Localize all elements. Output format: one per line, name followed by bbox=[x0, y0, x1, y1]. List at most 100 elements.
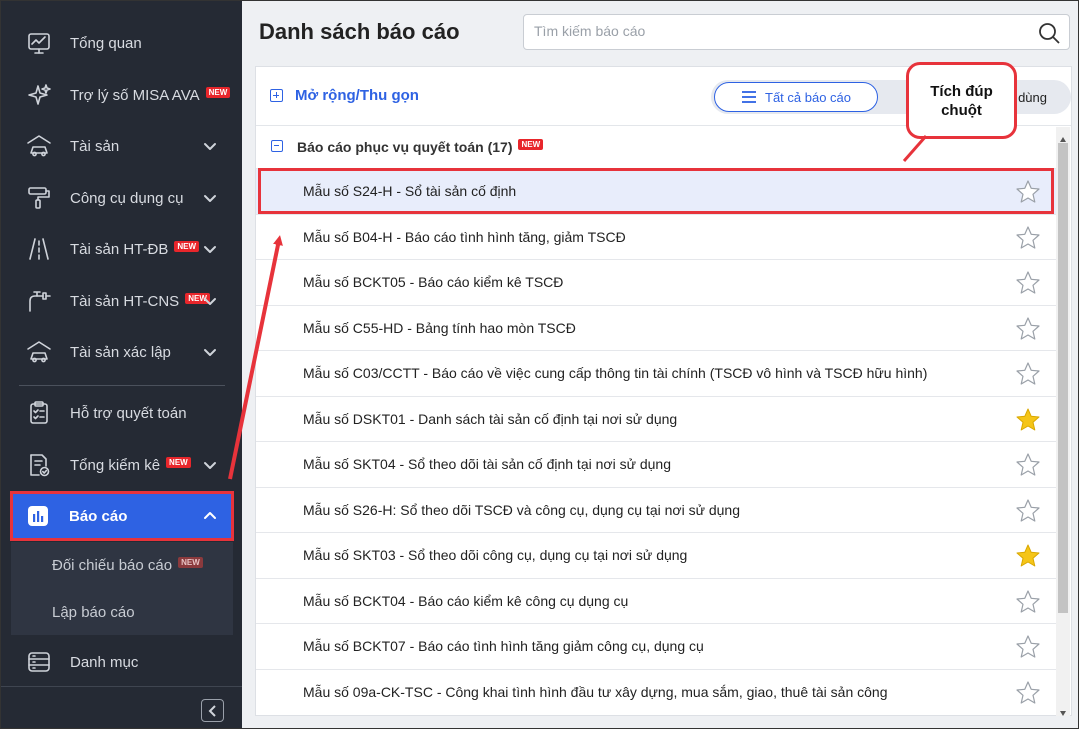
app-window: Tổng quan Trợ lý số MISA AVA NEW Tài sản Côn… bbox=[0, 0, 1079, 729]
report-name: Mẫu số 09a-CK-TSC - Công khai tình hình … bbox=[303, 683, 888, 700]
sidebar-item-bao-cao[interactable]: Báo cáo bbox=[11, 492, 233, 540]
menu-icon bbox=[742, 91, 756, 103]
report-panel: Mở rộng/Thu gọn Tất cả báo cáo g dùng Tí… bbox=[255, 62, 1072, 716]
report-row[interactable]: Mẫu số BCKT07 - Báo cáo tình hình tăng g… bbox=[256, 623, 1056, 669]
report-filter-toggle: Tất cả báo cáo g dùng bbox=[711, 80, 1071, 114]
sidebar-item-9[interactable]: Tổng kiểm kê NEW bbox=[1, 441, 242, 489]
sidebar-item-4[interactable]: Công cụ dụng cụ bbox=[1, 174, 242, 222]
chevron-down-icon[interactable] bbox=[201, 137, 219, 155]
road-icon bbox=[25, 235, 53, 263]
chevron-up-icon bbox=[201, 507, 219, 525]
star-outline-icon[interactable] bbox=[1015, 225, 1041, 251]
scroll-up-arrow-icon[interactable] bbox=[1059, 131, 1067, 142]
report-row[interactable]: Mẫu số DSKT01 - Danh sách tài sản cố địn… bbox=[256, 395, 1056, 442]
new-badge: NEW bbox=[174, 240, 200, 252]
sidebar-item-label: Tài sản HT-CNS bbox=[70, 292, 180, 310]
sidebar-item-label: Tổng quan bbox=[70, 34, 142, 52]
submenu-item-doi-chieu[interactable]: Đối chiếu báo cáo NEW bbox=[11, 542, 233, 588]
main-content: Danh sách báo cáo Mở rộng/Thu gọn Tất cả… bbox=[242, 1, 1078, 728]
report-name: Mẫu số C03/CCTT - Báo cáo về việc cung c… bbox=[303, 365, 928, 381]
scroll-thumb[interactable] bbox=[1058, 143, 1068, 613]
sparkle-icon bbox=[25, 81, 53, 109]
report-row[interactable]: Mẫu số C55-HD - Bảng tính hao mòn TSCĐ bbox=[256, 304, 1056, 351]
chevron-down-icon[interactable] bbox=[201, 343, 219, 361]
sidebar-item-label: Hỗ trợ quyết toán bbox=[70, 404, 187, 422]
new-badge: NEW bbox=[205, 86, 231, 98]
collapse-sidebar-button[interactable] bbox=[201, 699, 224, 722]
sidebar-item-8[interactable]: Hỗ trợ quyết toán bbox=[1, 389, 242, 437]
report-row[interactable]: Mẫu số B04-H - Báo cáo tình hình tăng, g… bbox=[256, 213, 1056, 260]
star-outline-icon[interactable] bbox=[1015, 361, 1041, 387]
chevron-down-icon[interactable] bbox=[201, 189, 219, 207]
sidebar-item-3[interactable]: Tài sản bbox=[1, 122, 242, 170]
star-outline-icon[interactable] bbox=[1015, 270, 1041, 296]
star-outline-icon[interactable] bbox=[1015, 634, 1041, 660]
chevron-down-icon[interactable] bbox=[201, 240, 219, 258]
document-check-icon bbox=[25, 451, 53, 479]
sidebar-item-label: Trợ lý số MISA AVA bbox=[70, 86, 200, 104]
report-name: Mẫu số S24-H - Sổ tài sản cố định bbox=[303, 183, 517, 199]
star-outline-icon[interactable] bbox=[1015, 589, 1041, 615]
report-row[interactable]: Mẫu số S24-H - Sổ tài sản cố định bbox=[256, 168, 1056, 214]
callout-text: Tích đúp chuột bbox=[930, 82, 993, 119]
tab-all-reports[interactable]: Tất cả báo cáo bbox=[714, 82, 878, 112]
report-name: Mẫu số BCKT05 - Báo cáo kiểm kê TSCĐ bbox=[303, 274, 564, 290]
scrollbar[interactable] bbox=[1056, 127, 1070, 716]
car-house-icon bbox=[25, 338, 53, 366]
chevron-left-icon bbox=[208, 704, 216, 717]
bar-chart-icon bbox=[24, 502, 52, 530]
sidebar-item-label: Tài sản bbox=[70, 137, 120, 155]
sidebar-item-label: Danh mục bbox=[70, 653, 139, 671]
submenu-item-lap-bao-cao[interactable]: Lập báo cáo bbox=[11, 589, 233, 635]
sidebar-item-5[interactable]: Tài sản HT-ĐB NEW bbox=[1, 225, 242, 273]
report-row[interactable]: Mẫu số SKT03 - Sổ theo dõi công cụ, dụng… bbox=[256, 532, 1056, 578]
sidebar-submenu: Đối chiếu báo cáo NEW Lập báo cáo bbox=[11, 542, 233, 635]
car-house-icon bbox=[25, 132, 53, 160]
report-toolbar: Mở rộng/Thu gọn Tất cả báo cáo g dùng Tí… bbox=[256, 62, 1071, 139]
expand-collapse-button[interactable]: Mở rộng/Thu gọn bbox=[270, 87, 419, 104]
sidebar-item-7[interactable]: Tài sản xác lập bbox=[1, 328, 242, 376]
sidebar-item-6[interactable]: Tài sản HT-CNS NEW bbox=[1, 277, 242, 325]
report-name: Mẫu số BCKT04 - Báo cáo kiểm kê công cụ … bbox=[303, 592, 629, 609]
report-name: Mẫu số SKT03 - Sổ theo dõi công cụ, dụng… bbox=[303, 547, 688, 563]
sidebar-item-1[interactable]: Tổng quan bbox=[1, 19, 242, 67]
chevron-down-icon[interactable] bbox=[201, 292, 219, 310]
sidebar-footer-divider bbox=[1, 686, 242, 687]
sidebar-divider bbox=[19, 385, 225, 386]
sidebar-item-label: Tổng kiểm kê bbox=[70, 456, 161, 474]
star-outline-icon[interactable] bbox=[1015, 316, 1041, 342]
group-title: Báo cáo phục vụ quyết toán (17) bbox=[297, 139, 513, 155]
submenu-item-label: Đối chiếu báo cáo bbox=[52, 556, 173, 574]
sidebar-item-danh-muc[interactable]: Danh mục bbox=[1, 638, 242, 686]
new-badge: NEW bbox=[166, 456, 191, 468]
report-row[interactable]: Mẫu số SKT04 - Sổ theo dõi tài sản cố đị… bbox=[256, 441, 1056, 487]
star-outline-icon[interactable] bbox=[1015, 680, 1041, 706]
report-row[interactable]: Mẫu số S26-H: Sổ theo dõi TSCĐ và công c… bbox=[256, 486, 1056, 533]
report-name: Mẫu số SKT04 - Sổ theo dõi tài sản cố đị… bbox=[303, 456, 671, 472]
star-filled-icon[interactable] bbox=[1015, 543, 1041, 569]
star-outline-icon[interactable] bbox=[1015, 452, 1041, 478]
list-icon bbox=[25, 648, 53, 676]
scroll-down-arrow-icon[interactable] bbox=[1059, 704, 1067, 716]
minus-square-icon[interactable] bbox=[271, 140, 283, 152]
annotation-callout: Tích đúp chuột bbox=[906, 62, 1017, 139]
page-title: Danh sách báo cáo bbox=[259, 19, 460, 44]
sidebar-item-label: Tài sản xác lập bbox=[70, 343, 171, 361]
clipboard-icon bbox=[25, 399, 53, 427]
chevron-down-icon[interactable] bbox=[201, 456, 219, 474]
report-row[interactable]: Mẫu số BCKT05 - Báo cáo kiểm kê TSCĐ bbox=[256, 259, 1056, 305]
report-name: Mẫu số S26-H: Sổ theo dõi TSCĐ và công c… bbox=[303, 501, 740, 518]
tab-all-reports-label: Tất cả báo cáo bbox=[765, 89, 851, 105]
report-name: Mẫu số B04-H - Báo cáo tình hình tăng, g… bbox=[303, 228, 626, 245]
search-icon[interactable] bbox=[1037, 21, 1061, 45]
report-row[interactable]: Mẫu số BCKT04 - Báo cáo kiểm kê công cụ … bbox=[256, 577, 1056, 624]
report-row[interactable]: Mẫu số 09a-CK-TSC - Công khai tình hình … bbox=[256, 668, 1056, 715]
sidebar-item-label: Tài sản HT-ĐB bbox=[70, 240, 169, 258]
star-outline-icon[interactable] bbox=[1015, 498, 1041, 524]
water-tap-icon bbox=[25, 287, 53, 315]
star-outline-icon[interactable] bbox=[1015, 179, 1041, 205]
star-filled-icon[interactable] bbox=[1015, 407, 1041, 433]
sidebar-item-2[interactable]: Trợ lý số MISA AVA NEW bbox=[1, 71, 242, 119]
report-row[interactable]: Mẫu số C03/CCTT - Báo cáo về việc cung c… bbox=[256, 350, 1056, 396]
search-input[interactable] bbox=[534, 23, 1014, 39]
